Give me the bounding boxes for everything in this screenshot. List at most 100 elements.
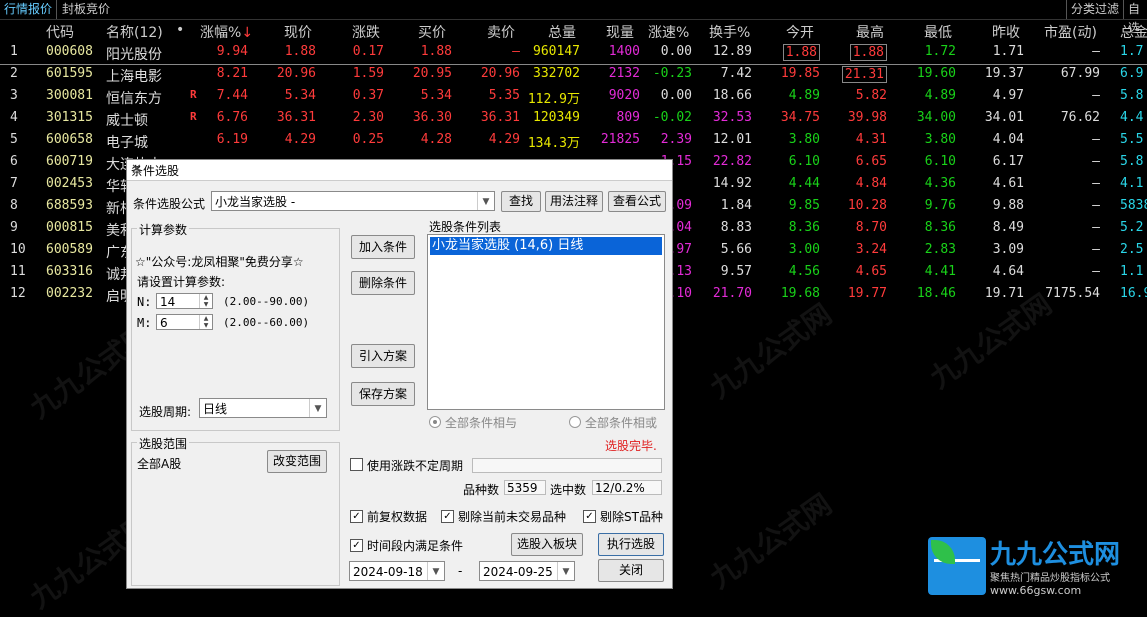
col-pct[interactable]: 涨幅%↓ — [200, 22, 253, 42]
col-tot[interactable]: 总金 — [1120, 22, 1147, 42]
m-range: (2.00--60.00) — [223, 316, 310, 329]
cell-tot: 4.1 — [1120, 176, 1144, 191]
cell-pe: 7175.54 — [1045, 286, 1100, 301]
col-high[interactable]: 最高 — [856, 22, 884, 42]
close-button[interactable]: 关闭 — [598, 559, 664, 582]
tab-sealed-bid[interactable]: 封板竞价 — [58, 0, 114, 19]
formula-select[interactable]: 小龙当家选股 - ▼ — [211, 191, 495, 211]
cell-vol: 120349 — [533, 110, 580, 125]
col-prev[interactable]: 昨收 — [992, 22, 1020, 42]
col-price[interactable]: 现价 — [284, 22, 312, 42]
cell-low: 4.89 — [924, 88, 956, 103]
exclude-no-trade-checkbox[interactable]: ✓ — [441, 510, 454, 523]
tab-quotes[interactable]: 行情报价 — [0, 0, 58, 19]
cell-idx: 4 — [10, 110, 18, 125]
condition-list[interactable]: 小龙当家选股 (14,6) 日线 — [427, 234, 665, 410]
params-title: 计算参数 — [137, 221, 190, 238]
selected-field: 12/0.2% — [592, 480, 662, 495]
date-dash: - — [458, 564, 463, 578]
add-condition-button[interactable]: 加入条件 — [351, 235, 415, 259]
chevron-down-icon: ▼ — [557, 562, 574, 580]
save-scheme-button[interactable]: 保存方案 — [351, 382, 415, 406]
col-low[interactable]: 最低 — [924, 22, 952, 42]
radio-or[interactable] — [569, 416, 581, 428]
period-select[interactable]: 日线 ▼ — [199, 398, 327, 418]
tab-custom[interactable]: 自选 — [1124, 0, 1147, 35]
cell-tot: 5.5 — [1120, 132, 1144, 147]
cell-pe: — — [1092, 198, 1100, 213]
cell-high: 5.82 — [855, 88, 887, 103]
cell-tot: 2.5 — [1120, 242, 1144, 257]
usage-notes-button[interactable]: 用法注释 — [545, 191, 603, 212]
cell-prev: 1.71 — [992, 44, 1024, 59]
find-button[interactable]: 查找 — [501, 191, 541, 212]
cell-pct: 6.19 — [216, 132, 248, 147]
selected-value: 12/0.2% — [595, 481, 645, 495]
logo-name: 九九公式网 — [990, 540, 1121, 570]
cell-ask: 4.29 — [488, 132, 520, 147]
dialog-titlebar[interactable]: 条件选股 ✕ — [127, 160, 672, 181]
cell-high: 6.65 — [855, 154, 887, 169]
table-row[interactable]: 3 300081 恒信东方 R 7.44 5.34 0.37 5.34 5.35 112.9万 90… — [0, 86, 1147, 108]
m-value: 6 — [160, 316, 168, 330]
period-condition-label: 时间段内满足条件 — [367, 539, 464, 553]
delete-condition-button[interactable]: 删除条件 — [351, 271, 415, 295]
radio-and[interactable] — [429, 416, 441, 428]
cell-price: 4.29 — [284, 132, 316, 147]
col-chg[interactable]: 涨跌 — [352, 22, 380, 42]
col-speed[interactable]: 涨速% — [648, 22, 689, 42]
change-scope-button[interactable]: 改变范围 — [267, 450, 327, 473]
cell-open: 1.88 — [782, 44, 820, 61]
col-bid[interactable]: 买价 — [418, 22, 446, 42]
cell-low: 18.46 — [916, 286, 956, 301]
cell-code: 601595 — [46, 66, 93, 81]
forward-adjust-checkbox[interactable]: ✓ — [350, 510, 363, 523]
date-to-select[interactable]: 2024-09-25 ▼ — [479, 561, 575, 581]
cell-name: 阳光股份 — [106, 47, 162, 63]
cell-pe: — — [1092, 242, 1100, 257]
stepper-arrows-icon[interactable]: ▲ ▼ — [199, 294, 212, 308]
table-row[interactable]: 2 601595 上海电影 8.21 20.96 1.59 20.95 20.96 332702… — [0, 64, 1147, 86]
date-from-select[interactable]: 2024-09-18 ▼ — [349, 561, 445, 581]
col-pe[interactable]: 市盈(动) — [1044, 22, 1097, 42]
count-label: 品种数 — [463, 483, 500, 497]
cell-open: 19.85 — [780, 66, 820, 81]
cell-name: 恒信东方 — [106, 91, 162, 107]
table-row[interactable]: 4 301315 威士顿 R 6.76 36.31 2.30 36.30 36.31 120349… — [0, 108, 1147, 130]
cell-speed: 0.00 — [660, 88, 692, 103]
m-stepper[interactable]: 6 ▲ ▼ — [156, 314, 213, 330]
cell-tot: 1.7 — [1120, 44, 1144, 59]
table-row[interactable]: 5 600658 电子城 6.19 4.29 0.25 4.28 4.29 134.3万 2182… — [0, 130, 1147, 152]
period-condition-checkbox[interactable]: ✓ — [350, 539, 363, 552]
view-formula-button[interactable]: 查看公式 — [608, 191, 666, 212]
date-to-value: 2024-09-25 — [483, 565, 553, 579]
forward-adjust-label: 前复权数据 — [367, 510, 428, 524]
n-stepper[interactable]: 14 ▲ ▼ — [156, 293, 213, 309]
cell-prev: 34.01 — [984, 110, 1024, 125]
col-ask[interactable]: 卖价 — [487, 22, 515, 42]
col-turn[interactable]: 换手% — [709, 22, 750, 42]
cell-turn: 12.89 — [712, 44, 752, 59]
list-item[interactable]: 小龙当家选股 (14,6) 日线 — [430, 237, 662, 255]
col-name[interactable]: 名称(12) — [106, 22, 163, 42]
tab-filter[interactable]: 分类过滤 — [1066, 0, 1125, 19]
cell-high: 19.77 — [847, 286, 887, 301]
col-cur[interactable]: 现量 — [606, 22, 634, 42]
params-prompt: 请设置计算参数: — [137, 275, 226, 289]
stepper-arrows-icon[interactable]: ▲ ▼ — [199, 315, 212, 329]
cell-idx: 10 — [10, 242, 26, 257]
close-icon[interactable]: ✕ — [131, 162, 666, 177]
exclude-st-checkbox[interactable]: ✓ — [583, 510, 596, 523]
cell-pe: — — [1092, 44, 1100, 59]
cell-turn: 8.83 — [720, 220, 752, 235]
run-select-button[interactable]: 执行选股 — [598, 533, 664, 556]
cell-speed: -0.23 — [652, 66, 692, 81]
table-row[interactable]: 1 000608 阳光股份 9.94 1.88 0.17 1.88 — 960147 1400 0.… — [0, 42, 1147, 65]
uncertain-period-checkbox[interactable] — [350, 458, 363, 471]
import-scheme-button[interactable]: 引入方案 — [351, 344, 415, 368]
add-to-sector-button[interactable]: 选股入板块 — [511, 533, 583, 556]
selected-label: 选中数 — [550, 483, 587, 497]
col-open[interactable]: 今开 — [786, 22, 814, 42]
col-code[interactable]: 代码 — [46, 22, 74, 42]
col-vol[interactable]: 总量 — [548, 22, 576, 42]
